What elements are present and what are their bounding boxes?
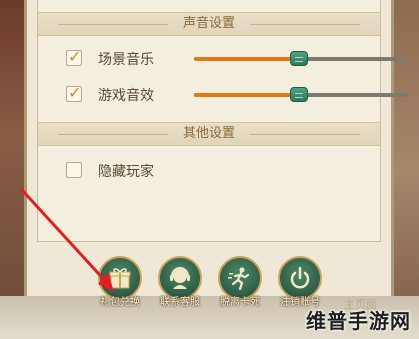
scene-music-checkbox[interactable]: ✓: [66, 47, 82, 66]
hide-players-checkbox[interactable]: [66, 162, 82, 178]
watermark: 维普手游网: [306, 309, 411, 333]
other-settings-title: 其他设置: [182, 126, 235, 141]
sound-settings-title: 声音设置: [182, 16, 235, 31]
game-sound-slider-fill: [194, 93, 299, 97]
unstuck-label: 脱离卡死: [220, 297, 260, 308]
gift-redeem-label: 礼包兑换: [100, 297, 140, 308]
gift-icon: [109, 268, 131, 289]
customer-service-label: 联系客服: [160, 297, 200, 308]
settings-frame: 声音设置 ✓ 场景音乐 ✓ 游戏音效 其他设置 隐藏玩家: [37, 0, 408, 242]
power-icon: [290, 266, 310, 289]
sound-settings-header: 声音设置: [38, 12, 380, 36]
scene-music-slider[interactable]: [194, 51, 408, 66]
scene-music-label: 场景音乐: [98, 52, 154, 68]
settings-panel: 声音设置 ✓ 场景音乐 ✓ 游戏音效 其他设置 隐藏玩家: [24, 0, 408, 296]
game-sound-checkbox[interactable]: ✓: [66, 83, 82, 102]
customer-service-icon: [170, 267, 190, 289]
other-settings-header: 其他设置: [38, 122, 380, 146]
game-sound-slider[interactable]: [194, 87, 408, 102]
game-sound-label: 游戏音效: [98, 88, 154, 104]
check-icon: ✓: [68, 47, 82, 66]
scene-music-slider-knob[interactable]: [290, 51, 308, 66]
game-sound-row: ✓ 游戏音效: [66, 82, 408, 108]
scene-music-row: ✓ 场景音乐: [66, 46, 408, 72]
game-sound-slider-knob[interactable]: [290, 87, 308, 102]
scene-music-slider-fill: [194, 57, 299, 61]
hide-players-label: 隐藏玩家: [98, 164, 154, 180]
check-icon: ✓: [68, 83, 82, 102]
running-man-icon: [228, 267, 250, 291]
hide-players-row: 隐藏玩家: [66, 158, 386, 184]
